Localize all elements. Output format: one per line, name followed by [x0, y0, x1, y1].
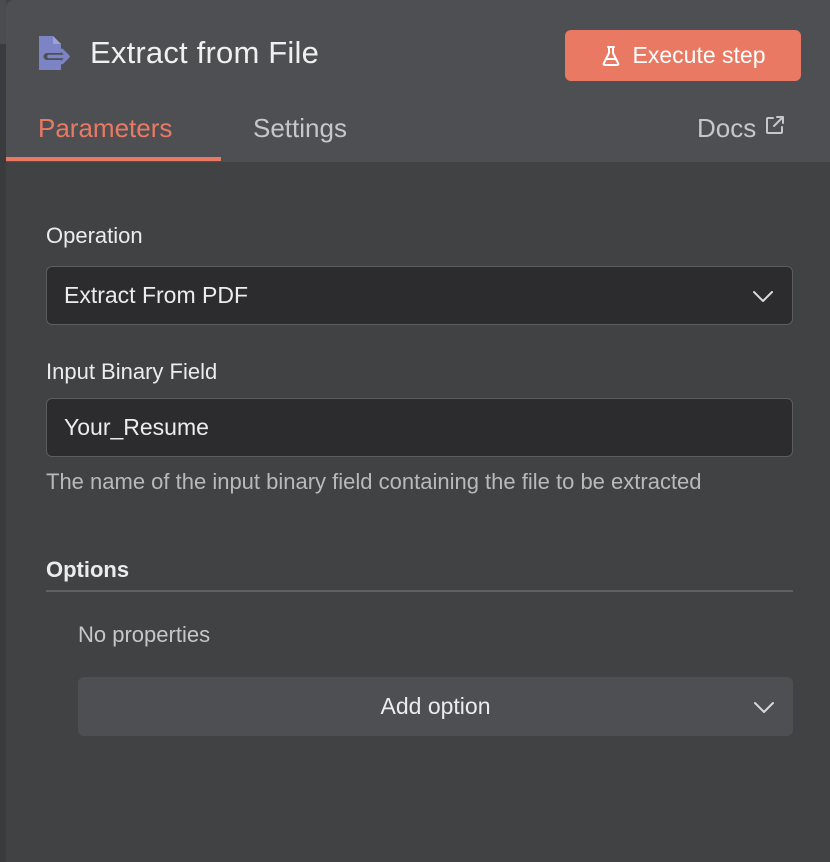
input-binary-field-label: Input Binary Field [46, 359, 218, 384]
options-heading: Options [46, 557, 130, 582]
chevron-down-icon [753, 290, 773, 302]
docs-link[interactable]: Docs [697, 110, 786, 146]
execute-step-button[interactable]: Execute step [565, 30, 801, 81]
input-binary-field-input[interactable] [64, 414, 792, 441]
flask-icon [602, 45, 619, 66]
chevron-down-icon [754, 701, 774, 713]
docs-label: Docs [697, 113, 757, 143]
operation-select[interactable]: Extract From PDF [46, 266, 793, 325]
node-parameters-panel: Extract from File Execute step Parameter… [6, 0, 830, 862]
execute-step-label: Execute step [632, 42, 766, 68]
external-link-icon [766, 116, 785, 134]
no-properties-text: No properties [78, 622, 211, 647]
input-binary-field-hint: The name of the input binary field conta… [46, 469, 702, 494]
file-extract-icon [39, 36, 71, 70]
active-tab-indicator [6, 157, 221, 161]
options-divider [46, 590, 793, 592]
tab-parameters[interactable]: Parameters [38, 110, 172, 146]
add-option-button[interactable]: Add option [78, 677, 793, 736]
operation-value: Extract From PDF [64, 282, 249, 308]
panel-header: Extract from File Execute step Parameter… [6, 0, 830, 162]
tab-settings[interactable]: Settings [253, 110, 347, 146]
add-option-label: Add option [380, 693, 491, 719]
node-title: Extract from File [90, 35, 320, 70]
input-binary-field[interactable] [46, 398, 793, 457]
operation-label: Operation [46, 223, 143, 248]
